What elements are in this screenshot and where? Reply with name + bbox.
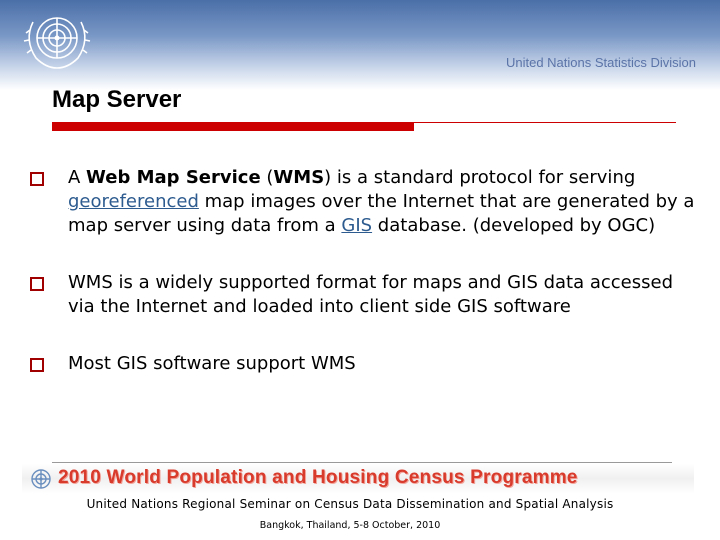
bullet-text-prefix: A [68,167,87,188]
un-emblem-icon [23,17,91,69]
census-banner: 2010 World Population and Housing Census… [22,464,694,494]
bullet-text: ) is a standard protocol for serving [324,167,636,188]
slide-title: Map Server [52,86,182,113]
bullet-item: A Web Map Service (WMS) is a standard pr… [30,166,700,238]
wms-abbreviation: WMS [273,167,325,188]
gis-link[interactable]: GIS [341,215,372,236]
checkbox-bullet-icon [30,172,44,186]
checkbox-bullet-icon [30,277,44,291]
bullet-text: WMS is a widely supported format for map… [68,272,674,317]
census-programme-title: 2010 World Population and Housing Census… [58,467,578,488]
title-rule-accent [52,123,414,131]
census-logo-icon [31,469,51,489]
bullet-text: ( [260,167,274,188]
slide: United Nations Statistics Division Map S… [0,0,720,540]
header-band [0,0,720,90]
bullet-list: A Web Map Service (WMS) is a standard pr… [30,166,700,376]
bullet-text: Most GIS software support WMS [68,353,356,374]
bullet-item: Most GIS software support WMS [30,352,700,376]
footer-rule [52,462,672,463]
bullet-item: WMS is a widely supported format for map… [30,271,700,319]
seminar-title: United Nations Regional Seminar on Censu… [86,497,614,511]
wms-term: Web Map Service [86,167,261,188]
bullet-text-suffix: database. (developed by OGC) [372,215,656,236]
checkbox-bullet-icon [30,358,44,372]
organization-name: United Nations Statistics Division [505,55,696,70]
seminar-location-date: Bangkok, Thailand, 5-8 October, 2010 [259,520,441,531]
georeferenced-link[interactable]: georeferenced [68,191,199,212]
